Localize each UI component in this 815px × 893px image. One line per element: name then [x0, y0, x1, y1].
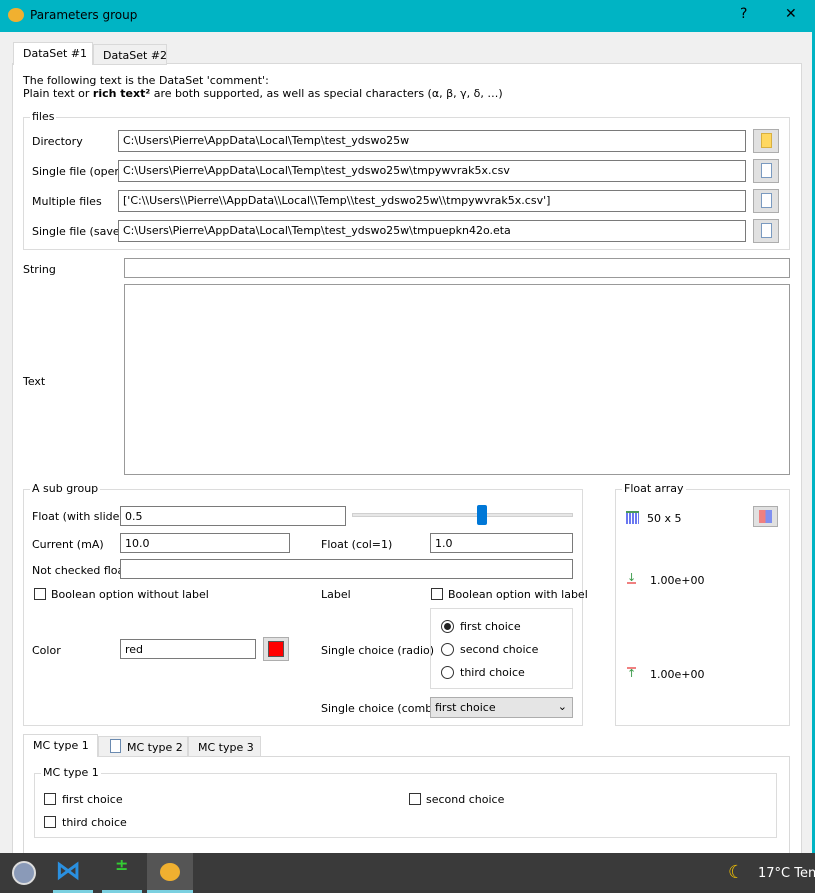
files-group-title: files	[30, 110, 57, 123]
radio-1[interactable]	[441, 620, 454, 633]
temperature: 17°C	[758, 866, 791, 881]
bool-with-label-checkbox[interactable]	[431, 588, 443, 600]
float-slider-track[interactable]	[352, 513, 573, 517]
text-label: Text	[23, 375, 46, 388]
color-label: Color	[32, 644, 61, 657]
tab-label: MC type 2	[127, 741, 183, 754]
file-row-label: Single file (save)	[32, 225, 124, 238]
float-slider-handle[interactable]	[476, 505, 487, 525]
radio-option-label: third choice	[460, 666, 525, 679]
tab-dataset-2[interactable]: DataSet #2	[93, 44, 167, 65]
radio-3[interactable]	[441, 666, 454, 679]
window-title: Parameters group	[30, 8, 138, 22]
tab-dataset-1[interactable]: DataSet #1	[13, 42, 93, 65]
float-col-label: Float (col=1)	[321, 538, 393, 551]
radio-dot	[444, 623, 451, 630]
weather-text: Ten	[794, 866, 815, 881]
sub-group-title: A sub group	[30, 482, 101, 495]
radio-2[interactable]	[441, 643, 454, 656]
array-editor-icon	[759, 510, 772, 523]
current-input[interactable]: 10.0	[120, 533, 290, 553]
max-arrow-icon: ↑	[627, 667, 637, 680]
comment-bold: rich text²	[92, 87, 151, 100]
file-path-input[interactable]: C:\Users\Pierre\AppData\Local\Temp\test_…	[118, 130, 746, 152]
mc-second-choice-label: second choice	[426, 793, 505, 806]
comment-line-2: Plain text or rich text² are both suppor…	[23, 87, 503, 100]
browse-button[interactable]	[753, 159, 779, 183]
tab-mc-type-1[interactable]: MC type 1	[23, 734, 98, 757]
file-row-label: Directory	[32, 135, 83, 148]
color-input[interactable]: red	[120, 639, 256, 659]
mc-group: MC type 1	[34, 766, 777, 838]
folder-icon	[761, 133, 772, 148]
min-arrow-icon: ↓	[627, 571, 637, 584]
file-icon	[761, 163, 772, 178]
comment-line-1: The following text is the DataSet 'comme…	[23, 74, 269, 87]
moon-weather-icon: ☾	[728, 862, 745, 883]
combo-select[interactable]: first choice ⌄	[430, 697, 573, 718]
float-array-title: Float array	[622, 482, 686, 495]
array-shape-icon	[626, 511, 639, 524]
string-input[interactable]	[124, 258, 790, 278]
combo-value: first choice	[435, 701, 496, 714]
file-icon	[110, 739, 121, 753]
comment-text: Plain text or	[23, 87, 93, 100]
bool-without-label-checkbox[interactable]	[34, 588, 46, 600]
file-path-input[interactable]: C:\Users\Pierre\AppData\Local\Temp\test_…	[118, 220, 746, 242]
file-icon	[761, 193, 772, 208]
chevron-down-icon: ⌄	[557, 700, 567, 713]
array-shape: 50 x 5	[647, 512, 682, 525]
not-checked-float-input[interactable]	[120, 559, 573, 579]
radio-label: Single choice (radio)	[321, 644, 435, 657]
float-slider-label: Float (with slider)	[32, 510, 129, 523]
tab-mc-type-2[interactable]: MC type 2	[98, 736, 188, 757]
diff-app-icon[interactable]: ±	[115, 855, 128, 874]
label-text: Label	[321, 588, 351, 601]
keepass-lock-icon[interactable]	[12, 861, 36, 885]
mc-first-choice-label: first choice	[62, 793, 123, 806]
color-picker-button[interactable]	[263, 637, 289, 661]
mc-third-choice-label: third choice	[62, 816, 127, 829]
vscode-icon[interactable]: ⋈	[55, 856, 81, 886]
browse-button[interactable]	[753, 129, 779, 153]
float-slider-input[interactable]: 0.5	[120, 506, 346, 526]
python-taskbar-button[interactable]	[147, 853, 193, 893]
bool-with-label-text: Boolean option with label	[448, 588, 588, 601]
current-label: Current (mA)	[32, 538, 104, 551]
python-icon	[160, 863, 180, 881]
color-swatch	[268, 641, 284, 657]
file-row-label: Single file (open)	[32, 165, 126, 178]
weather-temp[interactable]: 17°C Ten	[758, 866, 815, 881]
combo-label: Single choice (combo)	[321, 702, 444, 715]
browse-button[interactable]	[753, 219, 779, 243]
mc-group-title: MC type 1	[41, 766, 101, 779]
mc-third-choice-checkbox[interactable]	[44, 816, 56, 828]
radio-option-label: second choice	[460, 643, 539, 656]
taskbar: ⋈ ± ☾ 17°C Ten	[0, 853, 815, 893]
text-area[interactable]	[124, 284, 790, 475]
file-path-input[interactable]: ['C:\\Users\\Pierre\\AppData\\Local\\Tem…	[118, 190, 746, 212]
file-icon	[761, 223, 772, 238]
close-button[interactable]: ✕	[785, 6, 797, 22]
comment-text: are both supported, as well as special c…	[150, 87, 503, 100]
array-min: 1.00e+00	[650, 574, 705, 587]
bool-without-label-text: Boolean option without label	[51, 588, 209, 601]
tab-mc-type-3[interactable]: MC type 3	[188, 736, 261, 757]
edit-array-button[interactable]	[753, 506, 778, 527]
help-button[interactable]: ?	[740, 6, 747, 22]
title-bar: Parameters group ? ✕	[0, 0, 815, 32]
python-app-icon	[8, 8, 24, 22]
radio-option-label: first choice	[460, 620, 521, 633]
not-checked-float-label: Not checked float	[32, 564, 129, 577]
mc-second-choice-checkbox[interactable]	[409, 793, 421, 805]
file-path-input[interactable]: C:\Users\Pierre\AppData\Local\Temp\test_…	[118, 160, 746, 182]
float-col-input[interactable]: 1.0	[430, 533, 573, 553]
mc-first-choice-checkbox[interactable]	[44, 793, 56, 805]
browse-button[interactable]	[753, 189, 779, 213]
string-label: String	[23, 263, 56, 276]
array-max: 1.00e+00	[650, 668, 705, 681]
file-row-label: Multiple files	[32, 195, 102, 208]
